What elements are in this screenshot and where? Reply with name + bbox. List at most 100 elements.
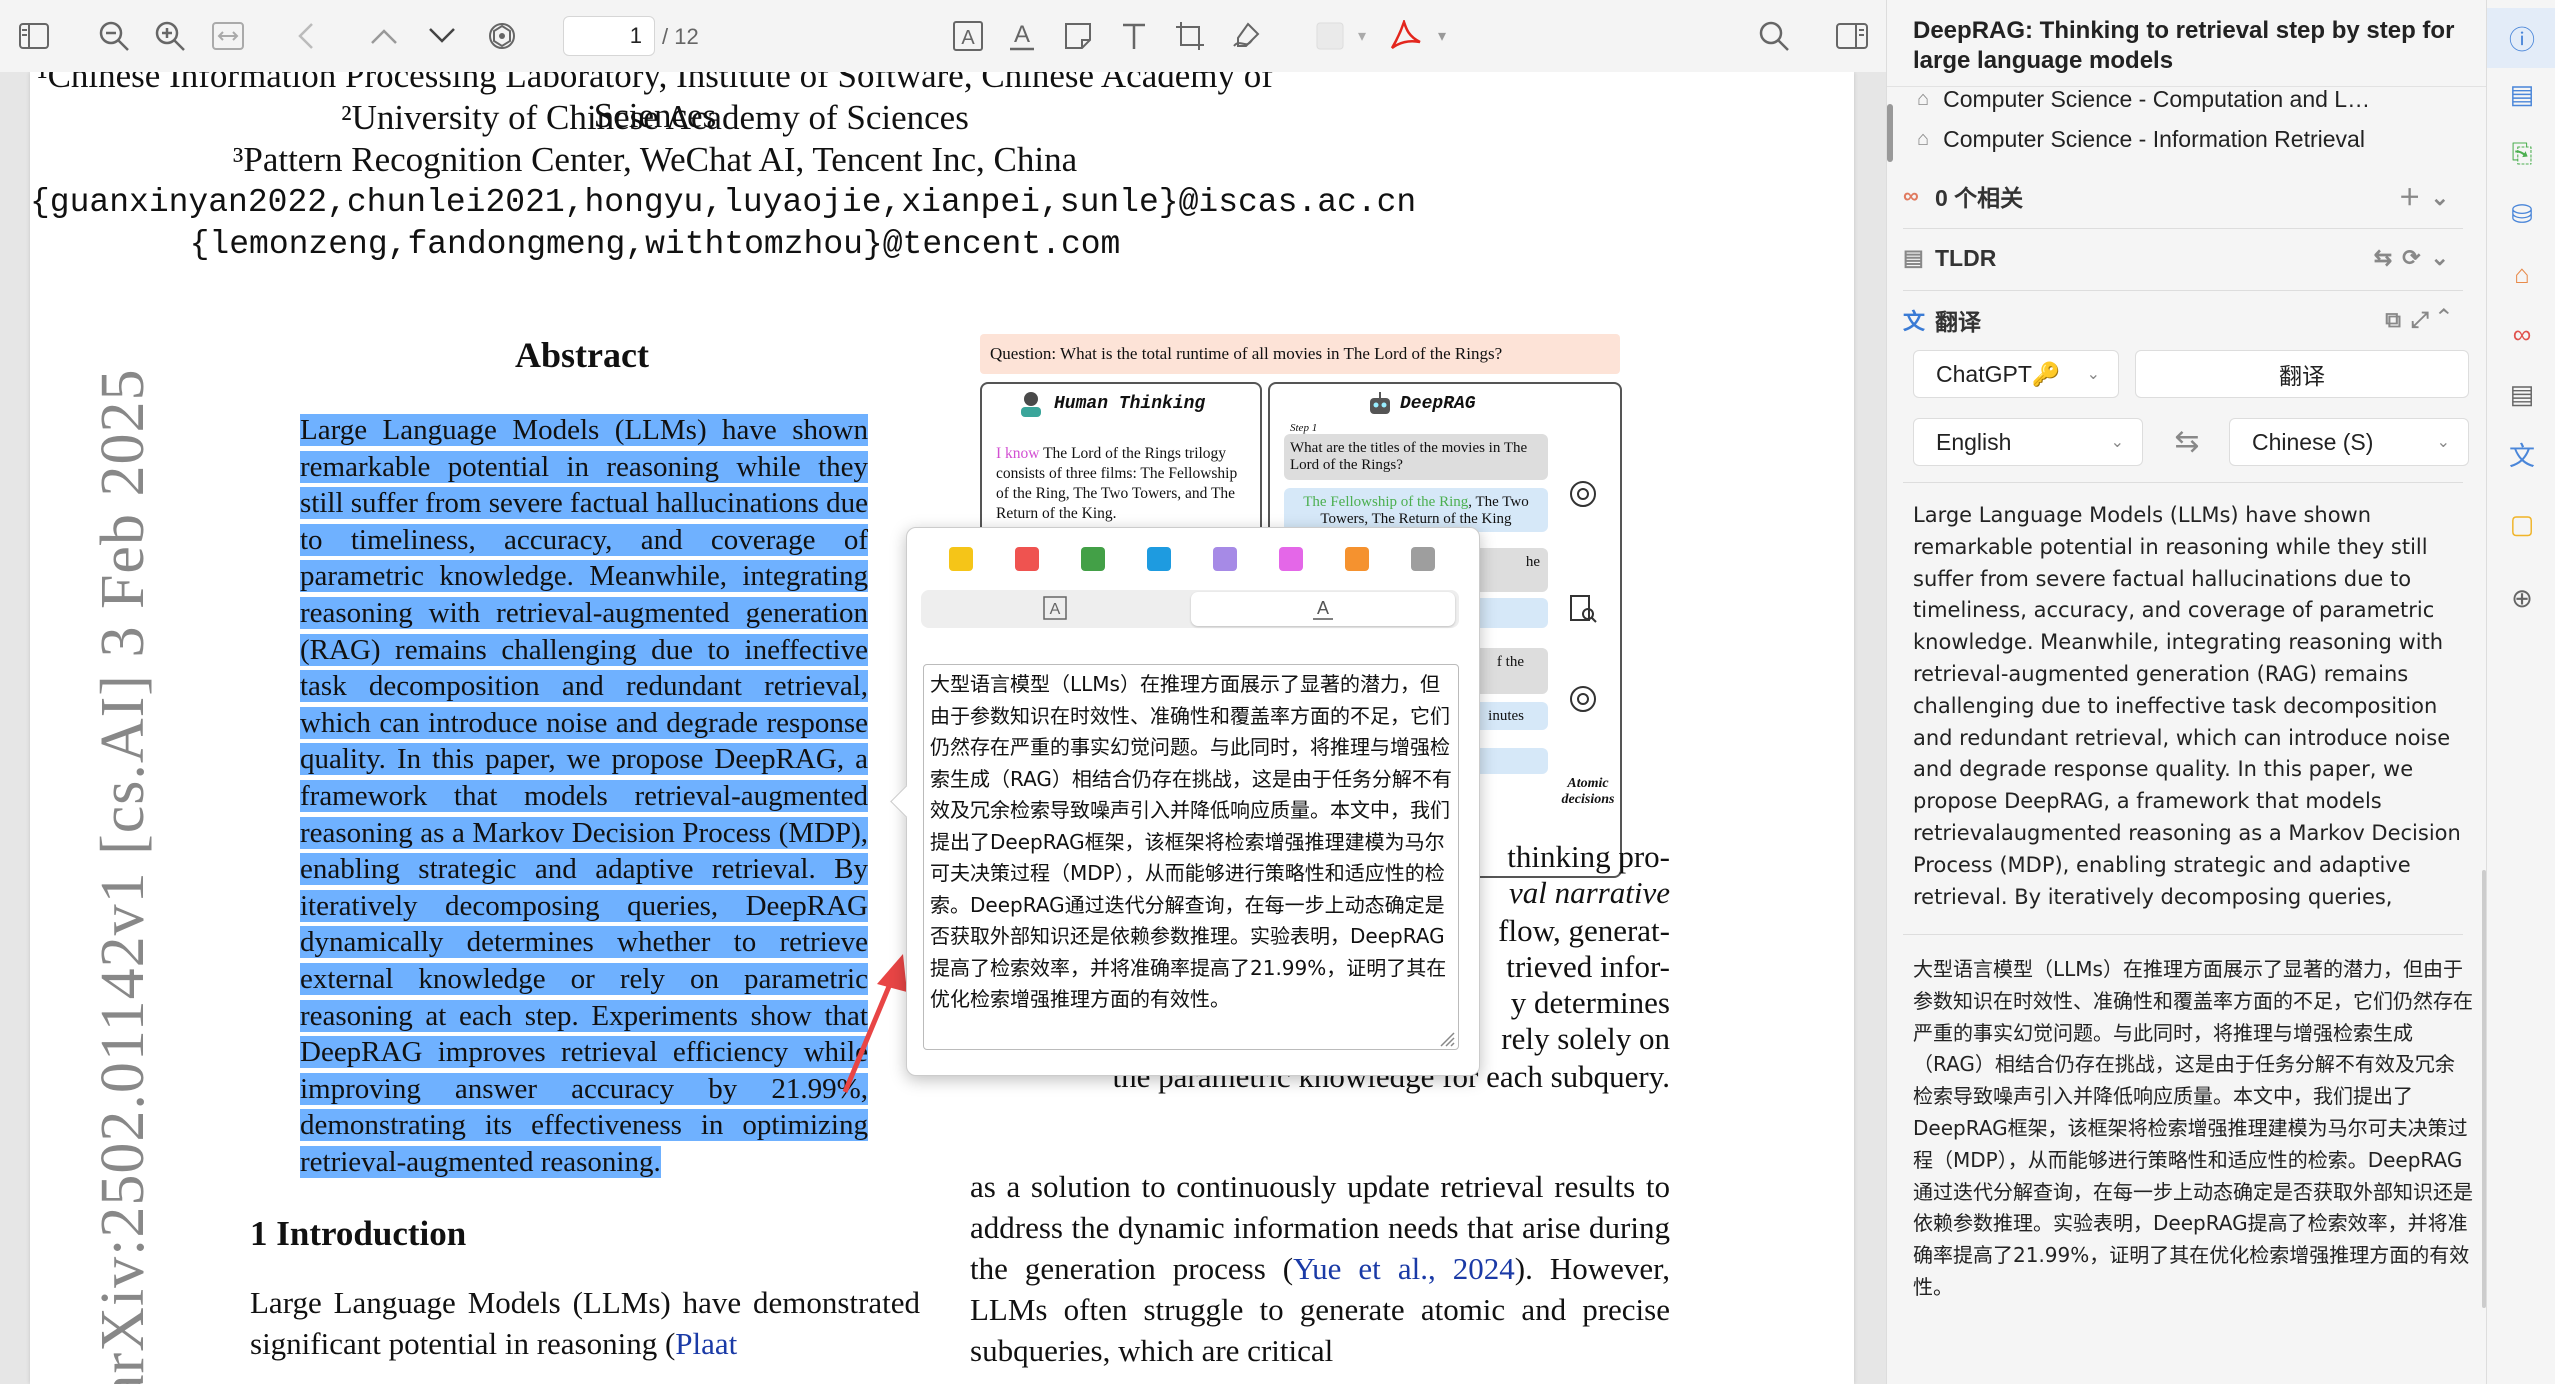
- affiliation-3: ³Pattern Recognition Center, WeChat AI, …: [232, 140, 1078, 179]
- item-title: DeepRAG: Thinking to retrieval step by s…: [1913, 17, 2455, 74]
- color-orange-button[interactable]: [1345, 547, 1369, 571]
- pdf-menu-dropdown-icon[interactable]: ▾: [1424, 18, 1460, 54]
- zoom-in-icon[interactable]: [152, 18, 188, 54]
- color-gray-button[interactable]: [1411, 547, 1435, 571]
- engine-chevron-icon: ⌄: [2086, 366, 2100, 383]
- engine-label: ChatGPT🔑: [1936, 360, 2061, 387]
- document-search-icon: [1568, 594, 1598, 624]
- related-icon: ∞: [1903, 183, 1919, 208]
- locate-icon[interactable]: ⊕: [2506, 582, 2538, 614]
- openai-icon[interactable]: [484, 18, 520, 54]
- swap-languages-icon[interactable]: ⇆: [2169, 424, 2205, 460]
- page-total: / 12: [662, 24, 699, 49]
- page-number-input[interactable]: 1: [563, 16, 655, 56]
- tag-item-2[interactable]: ⌂ Computer Science - Information Retriev…: [1917, 126, 2365, 153]
- abstract-selection[interactable]: Large Language Models (LLMs) have shown …: [300, 414, 868, 1178]
- next-page-icon[interactable]: [424, 18, 460, 54]
- highlight-mode-icon[interactable]: A: [1043, 596, 1067, 620]
- target-language-select[interactable]: Chinese (S) ⌄: [2229, 418, 2469, 466]
- neural-net-icon: [1568, 479, 1598, 509]
- divider-4: [1903, 934, 2463, 935]
- source-chevron-icon: ⌄: [2110, 434, 2124, 451]
- tag-icon: ⌂: [1917, 88, 1930, 110]
- tldr-label: TLDR: [1935, 244, 1997, 271]
- tldr-actions[interactable]: ⇆⟳⌄: [2374, 245, 2459, 271]
- underline-text-icon[interactable]: A: [1004, 18, 1040, 54]
- color-dropdown-icon[interactable]: ▾: [1344, 18, 1380, 54]
- translate-section-header[interactable]: 文 翻译 ⧉⤢⌃: [1903, 292, 2467, 348]
- red-arrow-annotation: [842, 954, 907, 1093]
- context-pane: DeepRAG: Thinking to retrieval step by s…: [1886, 0, 2487, 1384]
- highlight-text-icon[interactable]: A: [950, 18, 986, 54]
- translate-button[interactable]: 翻译: [2135, 350, 2469, 398]
- related-section-header[interactable]: ∞ 0 个相关 ＋⌄: [1903, 168, 2467, 224]
- search-icon[interactable]: [1756, 18, 1792, 54]
- previous-page-icon[interactable]: [366, 18, 402, 54]
- introduction-heading: 1 Introduction: [250, 1214, 467, 1253]
- divider-1: [1903, 228, 2463, 229]
- tldr-rail-icon[interactable]: ▤: [2506, 378, 2538, 410]
- draw-icon[interactable]: [1228, 18, 1264, 54]
- attachment-icon[interactable]: ⎘: [2506, 138, 2538, 170]
- source-text-area[interactable]: Large Language Models (LLMs) have shown …: [1913, 500, 2473, 912]
- figure-deeprag-title: DeepRAG: [1400, 394, 1476, 414]
- neural-net-icon-2: [1568, 684, 1598, 714]
- toolbar: 1 / 12 A A ▾ ▾: [0, 0, 1886, 73]
- color-yellow-button[interactable]: [949, 547, 973, 571]
- popup-translation-textarea[interactable]: 大型语言模型（LLMs）在推理方面展示了显著的潜力，但由于参数知识在时效性、准确…: [923, 664, 1459, 1050]
- context-pane-toggle-icon[interactable]: [1834, 18, 1870, 54]
- color-magenta-button[interactable]: [1279, 547, 1303, 571]
- note-icon[interactable]: [1060, 18, 1096, 54]
- pdf-acrobat-icon[interactable]: [1388, 18, 1424, 54]
- color-red-button[interactable]: [1015, 547, 1039, 571]
- resize-handle-icon[interactable]: [1439, 1031, 1455, 1047]
- divider-3: [1903, 482, 2463, 483]
- abstract-icon[interactable]: ▤: [2506, 78, 2538, 110]
- annotation-type-toggle: A A: [921, 590, 1459, 628]
- introduction-paragraph: Large Language Models (LLMs) have demons…: [250, 1282, 920, 1364]
- libraries-icon[interactable]: ⛁: [2506, 198, 2538, 230]
- tldr-section-header[interactable]: ▤ TLDR ⇆⟳⌄: [1903, 230, 2467, 286]
- engine-select[interactable]: ChatGPT🔑 ⌄: [1913, 350, 2119, 398]
- figure-human-prefix: I know: [996, 445, 1040, 462]
- tag-label-1: Computer Science - Computation and L…: [1943, 86, 2371, 112]
- color-blue-button[interactable]: [1147, 547, 1171, 571]
- tags-icon[interactable]: ⌂: [2506, 258, 2538, 290]
- underline-mode-button[interactable]: A: [1191, 592, 1455, 626]
- figure-atomic-label: Atomic decisions: [1561, 776, 1615, 807]
- text-tool-icon[interactable]: [1116, 18, 1152, 54]
- zoom-out-icon[interactable]: [96, 18, 132, 54]
- color-swatch-icon[interactable]: [1312, 18, 1348, 54]
- svg-text:A: A: [961, 27, 975, 49]
- translate-rail-icon[interactable]: 文: [2506, 438, 2538, 471]
- source-language-select[interactable]: English ⌄: [1913, 418, 2143, 466]
- color-purple-button[interactable]: [1213, 547, 1237, 571]
- related-label: 0 个相关: [1935, 185, 2024, 211]
- notes-icon[interactable]: ▢: [2506, 508, 2538, 540]
- figure-step-label: Step 1: [1290, 422, 1318, 434]
- tag-label-2: Computer Science - Information Retrieval: [1943, 126, 2365, 152]
- side-navigation-rail: ⓘ ▤ ⎘ ⛁ ⌂ ∞ ▤ 文 ▢ ⊕: [2486, 0, 2555, 1384]
- related-actions[interactable]: ＋⌄: [2399, 180, 2459, 212]
- area-select-icon[interactable]: [1172, 18, 1208, 54]
- underline-mode-icon: A: [1311, 596, 1335, 622]
- translated-text-area[interactable]: 大型语言模型（LLMs）在推理方面展示了显著的潜力，但由于参数知识在时效性、准确…: [1913, 954, 2473, 1304]
- citation-link-plaat[interactable]: Plaat: [675, 1326, 737, 1361]
- translate-icon: 文: [1903, 309, 1926, 334]
- back-icon[interactable]: [288, 18, 324, 54]
- fit-width-icon[interactable]: [210, 18, 246, 54]
- right-paragraph-2: as a solution to continuously update ret…: [970, 1166, 1670, 1371]
- divider-2: [1903, 290, 2463, 291]
- related-link-icon[interactable]: ∞: [2506, 318, 2538, 350]
- info-icon[interactable]: ⓘ: [2506, 22, 2538, 55]
- translate-label: 翻译: [1935, 309, 1981, 335]
- annotation-popup: A A 大型语言模型（LLMs）在推理方面展示了显著的潜力，但由于参数知识在时效…: [906, 527, 1480, 1076]
- svg-text:A: A: [1317, 598, 1329, 618]
- translate-actions[interactable]: ⧉⤢⌃: [2385, 307, 2459, 333]
- abstract-text[interactable]: Large Language Models (LLMs) have shown …: [300, 412, 868, 1180]
- scrollbar-thumb-top[interactable]: [1887, 104, 1893, 162]
- tag-item-1[interactable]: ⌂ Computer Science - Computation and L…: [1917, 86, 2370, 113]
- color-green-button[interactable]: [1081, 547, 1105, 571]
- sidebar-toggle-icon[interactable]: [16, 18, 52, 54]
- citation-link-yue[interactable]: Yue et al., 2024: [1293, 1251, 1515, 1286]
